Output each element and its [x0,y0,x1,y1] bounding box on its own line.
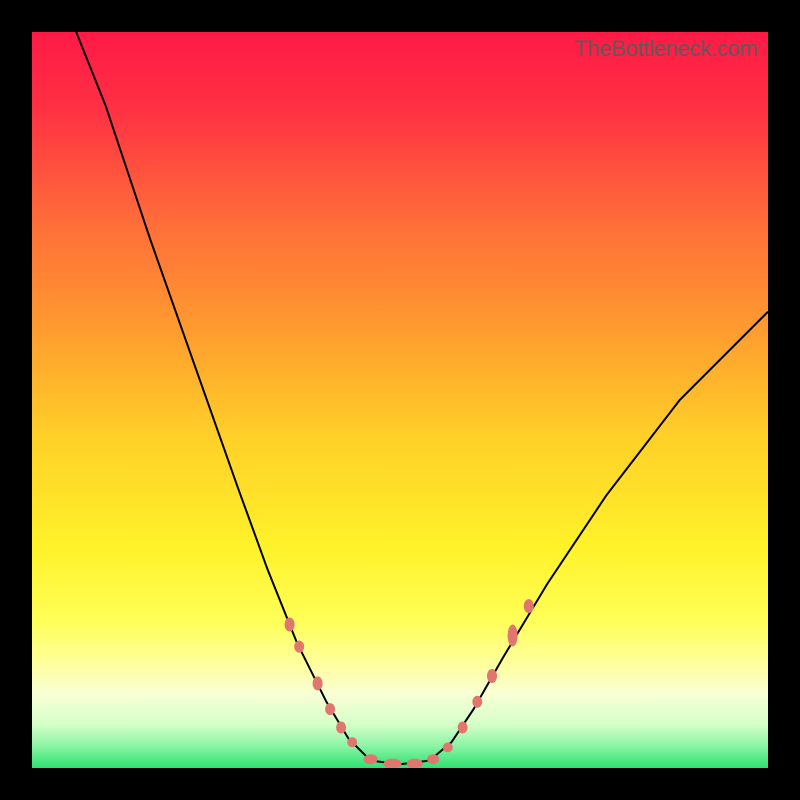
curve-marker [524,599,534,613]
curve-marker [364,754,378,764]
curve-marker [443,742,453,752]
curve-marker [384,759,402,768]
curve-marker [285,618,295,632]
curve-marker [458,722,468,734]
curve-marker [336,722,346,734]
chart-frame: TheBottleneck.com [0,0,800,800]
curve-marker [508,625,518,647]
curve-marker [472,696,482,708]
curve-marker [427,754,439,764]
curve-marker [294,641,304,653]
curve-marker [487,669,497,683]
curve-marker [313,676,323,690]
curve-marker [407,759,423,768]
curve-marker [347,737,357,747]
curve-marker [325,703,335,715]
plot-area: TheBottleneck.com [32,32,768,768]
bottleneck-curve [32,32,768,768]
